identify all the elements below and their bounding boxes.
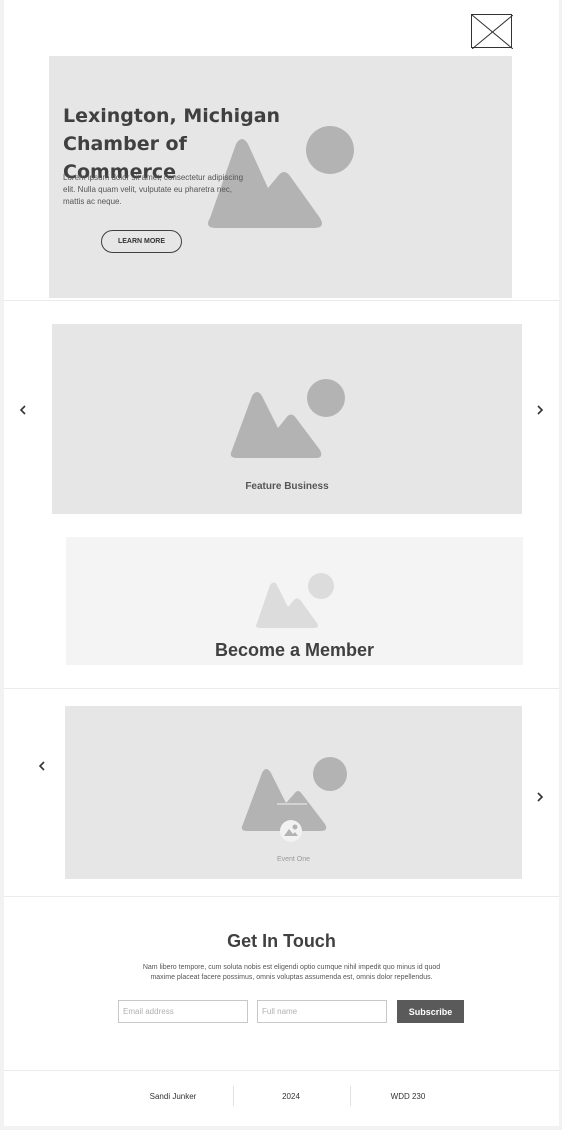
chevron-left-icon (38, 761, 45, 771)
subscribe-button[interactable]: Subscribe (397, 1000, 464, 1023)
chevron-right-icon (537, 405, 544, 415)
full-name-field[interactable] (257, 1000, 387, 1023)
events-card[interactable]: Event One (65, 706, 522, 879)
logo-image-placeholder[interactable] (471, 14, 513, 49)
become-member-card[interactable]: Become a Member (66, 537, 523, 665)
avatar-icon (280, 820, 302, 842)
mountain-image-icon (256, 573, 334, 628)
learn-more-button[interactable]: LEARN MORE (101, 230, 182, 253)
feature-prev-button[interactable] (16, 403, 30, 417)
image-placeholder-icon (472, 15, 513, 49)
chevron-left-icon (19, 405, 26, 415)
mountain-image-icon (230, 379, 345, 458)
feature-next-button[interactable] (533, 403, 547, 417)
become-member-title: Become a Member (214, 640, 375, 660)
page: Lexington, Michigan Chamber of Commerce … (4, 0, 559, 1126)
footer-author: Sandi Junker (149, 1092, 197, 1101)
hero-description: Lorem ipsum dolor sit amet, consectetur … (63, 173, 244, 206)
footer-separator (350, 1086, 351, 1106)
footer-separator (233, 1086, 234, 1106)
event-label: Event One (276, 856, 311, 863)
section-divider (4, 300, 559, 301)
footer-course: WDD 230 (390, 1092, 426, 1101)
footer-divider (4, 1070, 559, 1071)
chevron-right-icon (537, 792, 544, 802)
footer-year: 2024 (282, 1092, 300, 1101)
hero-banner: Lexington, Michigan Chamber of Commerce … (49, 56, 512, 298)
section-divider (4, 688, 559, 689)
section-divider (4, 896, 559, 897)
email-field[interactable] (118, 1000, 248, 1023)
feature-business-card[interactable]: Feature Business (52, 324, 522, 514)
events-next-button[interactable] (533, 790, 547, 804)
events-prev-button[interactable] (35, 759, 49, 773)
feature-business-label: Feature Business (245, 481, 329, 492)
contact-description: Nam libero tempore, cum soluta nobis est… (142, 964, 441, 981)
contact-title: Get In Touch (227, 931, 336, 951)
